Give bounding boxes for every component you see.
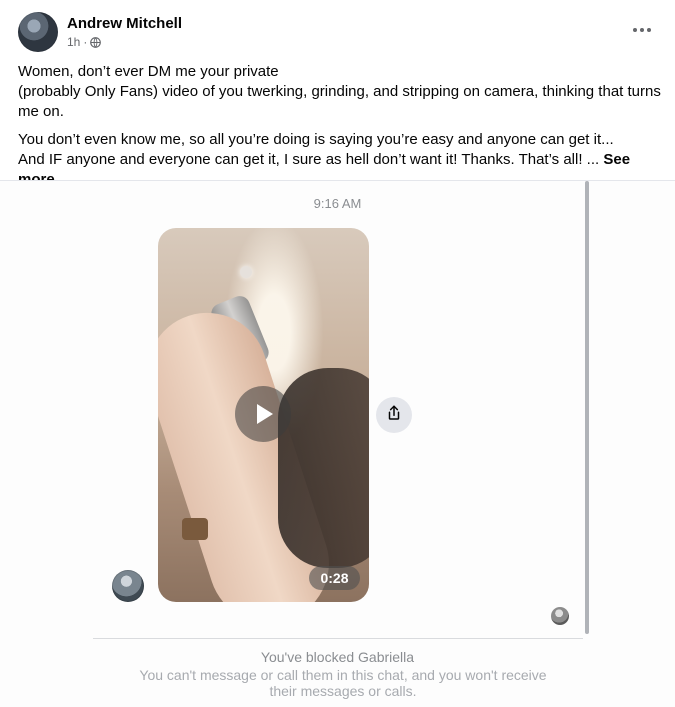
post-time[interactable]: 1h (67, 35, 80, 49)
blocked-separator (93, 638, 583, 639)
read-receipt-avatar (551, 607, 569, 625)
post-header: Andrew Mitchell 1h · (18, 12, 658, 56)
chat-timestamp: 9:16 AM (313, 196, 362, 211)
more-dot (633, 28, 637, 32)
video-dark-shape (278, 368, 369, 568)
post-media-screenshot[interactable]: 9:16 AM 0:28 You've blocked Gabriella Yo… (0, 181, 675, 707)
facebook-post: Andrew Mitchell 1h · Women, don’t ever D… (0, 0, 675, 707)
play-icon (257, 404, 273, 424)
blocked-desc-line: You can't message or call them in this c… (139, 667, 547, 683)
post-text-line: And IF anyone and everyone can get it, I… (18, 151, 600, 168)
video-ceiling-lamp (240, 266, 252, 278)
chat-scrollbar (585, 181, 589, 634)
author-name[interactable]: Andrew Mitchell (67, 15, 182, 32)
blocked-title: You've blocked Gabriella (260, 649, 415, 665)
video-duration: 0:28 (309, 566, 360, 590)
more-dot (647, 28, 651, 32)
blocked-desc-line: their messages or calls. (269, 683, 417, 699)
video-floor-object (182, 518, 208, 540)
share-icon (385, 404, 403, 427)
more-options-button[interactable] (628, 20, 656, 40)
blocked-description: You can't message or call them in this c… (118, 667, 568, 699)
post-text: Women, don’t ever DM me your private (pr… (18, 62, 663, 190)
post-meta: 1h · (67, 35, 102, 49)
share-button[interactable] (376, 397, 412, 433)
post-text-line: Women, don’t ever DM me your private (18, 63, 279, 80)
post-paragraph-1: Women, don’t ever DM me your private (pr… (18, 62, 663, 122)
sender-avatar[interactable] (112, 570, 144, 602)
globe-icon (90, 36, 102, 48)
play-button[interactable] (235, 386, 291, 442)
meta-separator: · (83, 35, 88, 49)
post-text-line: (probably Only Fans) video of you twerki… (18, 83, 661, 120)
more-dot (640, 28, 644, 32)
author-avatar[interactable] (18, 12, 58, 52)
post-text-line: You don’t even know me, so all you’re do… (18, 131, 614, 148)
